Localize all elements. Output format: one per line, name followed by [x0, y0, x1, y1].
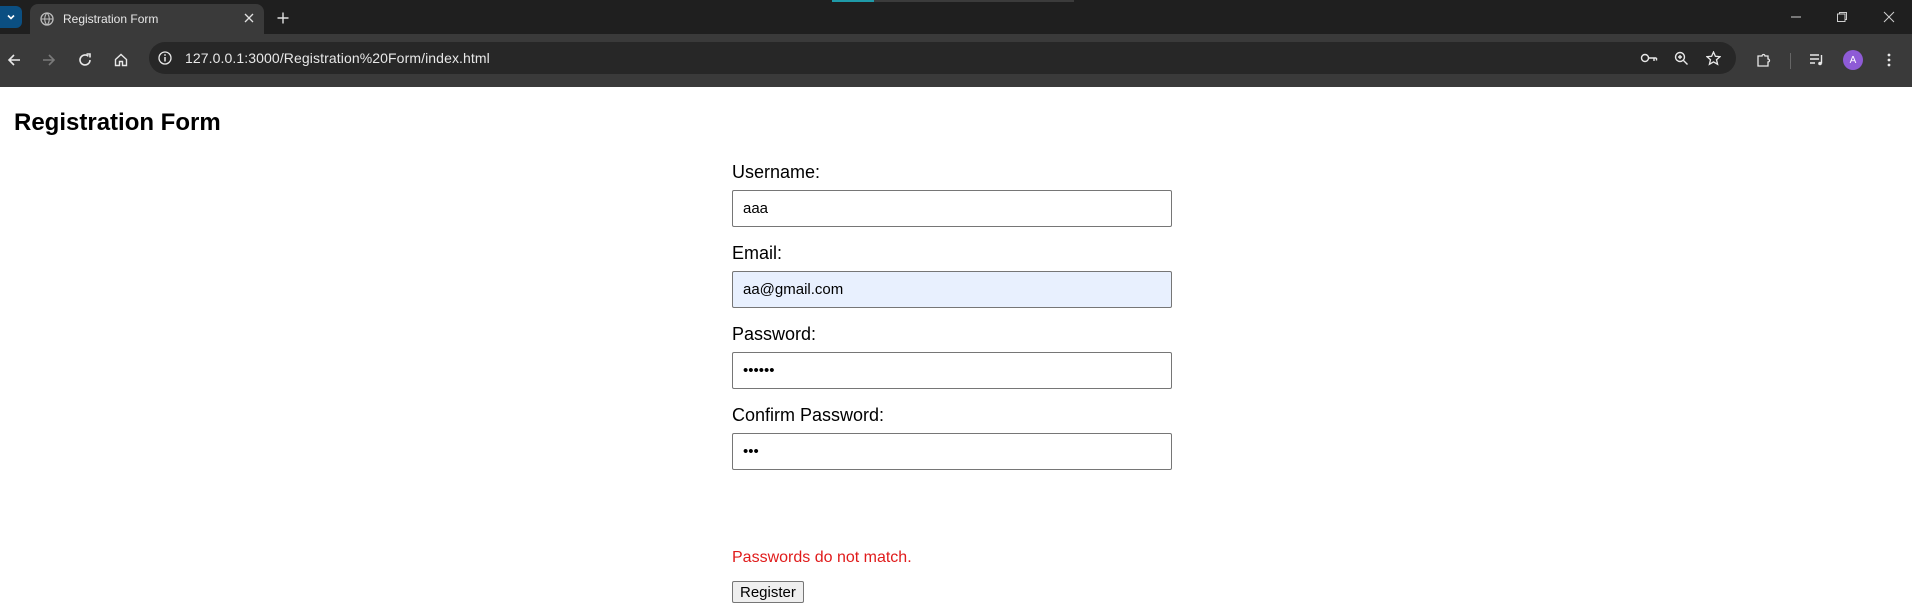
username-input[interactable] [732, 190, 1172, 227]
globe-icon [40, 12, 54, 26]
key-icon [1640, 53, 1658, 63]
registration-form: Username: Email: Password: Confirm Passw… [732, 162, 1172, 603]
playlist-icon [1810, 54, 1823, 66]
password-label: Password: [732, 324, 817, 344]
more-vert-icon [1887, 53, 1891, 67]
close-icon [244, 13, 254, 23]
browser-toolbar: 127.0.0.1:3000/Registration%20Form/index… [0, 34, 1912, 87]
reload-button[interactable] [74, 49, 96, 71]
url-text[interactable]: 127.0.0.1:3000/Registration%20Form/index… [185, 50, 490, 66]
password-field-group: Password: [732, 324, 1172, 405]
plus-icon [277, 12, 289, 24]
username-field-group: Username: [732, 162, 1172, 243]
browser-tab-strip: Registration Form [0, 0, 1912, 34]
email-field-group: Email: [732, 243, 1172, 324]
profile-avatar[interactable]: A [1843, 50, 1863, 70]
password-input[interactable] [732, 352, 1172, 389]
confirm-password-input[interactable] [732, 433, 1172, 470]
page-content: Registration Form Username: Email: Passw… [0, 87, 1912, 603]
site-info-button[interactable] [155, 48, 175, 68]
restore-button[interactable] [1834, 9, 1850, 25]
address-bar[interactable]: 127.0.0.1:3000/Registration%20Form/index… [149, 42, 1736, 74]
minimize-icon [1791, 16, 1801, 18]
bookmark-button[interactable] [1703, 48, 1723, 68]
email-input[interactable] [732, 271, 1172, 308]
email-label: Email: [732, 243, 783, 263]
tab-close-button[interactable] [240, 9, 258, 27]
reload-icon [79, 53, 91, 66]
tab-title: Registration Form [63, 12, 159, 26]
arrow-right-icon [43, 54, 56, 66]
home-button[interactable] [110, 49, 132, 71]
star-icon [1705, 50, 1721, 66]
password-mismatch-error: Passwords do not match. [732, 549, 912, 566]
password-key-button[interactable] [1639, 48, 1659, 68]
browser-tab-active[interactable]: Registration Form [30, 4, 264, 34]
puzzle-icon [1757, 53, 1771, 67]
tab-group-indicator [832, 0, 874, 2]
username-label: Username: [732, 162, 821, 182]
arrow-left-icon [7, 54, 20, 66]
browser-menu-button[interactable] [1878, 49, 1900, 71]
media-controls-button[interactable] [1806, 49, 1828, 71]
close-window-button[interactable] [1881, 9, 1897, 25]
extensions-button[interactable] [1753, 49, 1775, 71]
close-icon [1883, 11, 1895, 23]
restore-icon [1837, 12, 1847, 22]
register-button[interactable]: Register [732, 581, 804, 603]
page-title: Registration Form [14, 109, 221, 136]
forward-button[interactable] [38, 49, 60, 71]
tab-search-button[interactable] [0, 6, 22, 28]
minimize-button[interactable] [1788, 9, 1804, 25]
home-icon [114, 53, 128, 67]
zoom-in-icon [1674, 51, 1688, 65]
back-button[interactable] [3, 49, 25, 71]
info-icon [158, 51, 172, 65]
toolbar-divider [1790, 53, 1791, 69]
chevron-down-icon [7, 14, 15, 20]
zoom-button[interactable] [1671, 48, 1691, 68]
new-tab-button[interactable] [274, 9, 292, 27]
confirm-password-label: Confirm Password: [732, 405, 885, 425]
confirm-password-field-group: Confirm Password: [732, 405, 1172, 486]
tab-group-indicator-track [874, 0, 1074, 2]
